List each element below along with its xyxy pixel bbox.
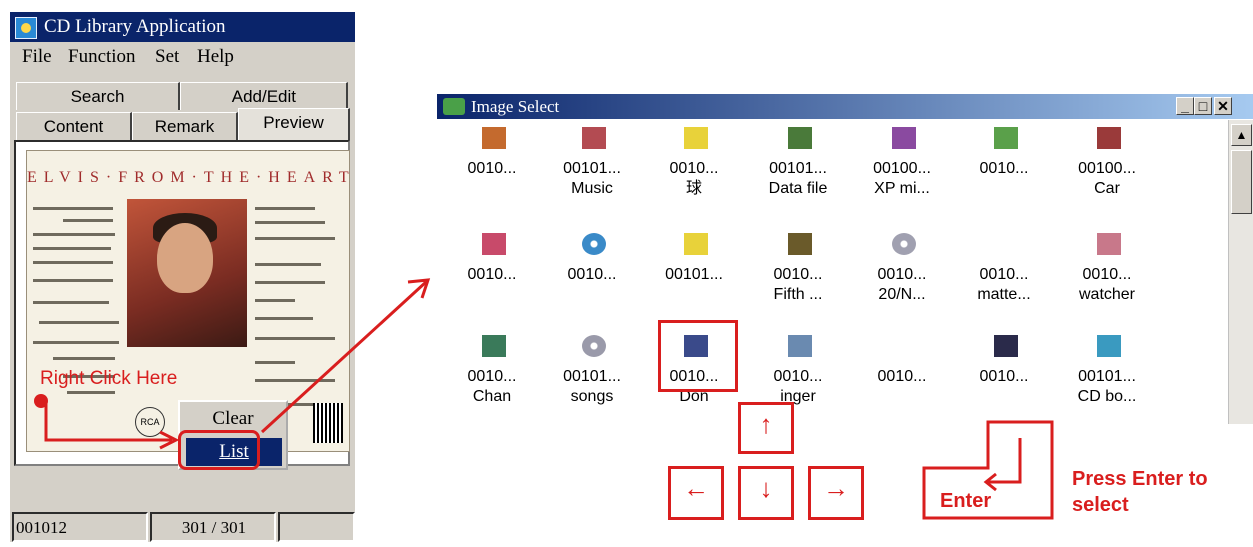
annotation-arrows bbox=[44, 278, 431, 450]
list-to-window-arrow bbox=[260, 280, 428, 434]
right-click-arrow-line bbox=[44, 402, 172, 442]
